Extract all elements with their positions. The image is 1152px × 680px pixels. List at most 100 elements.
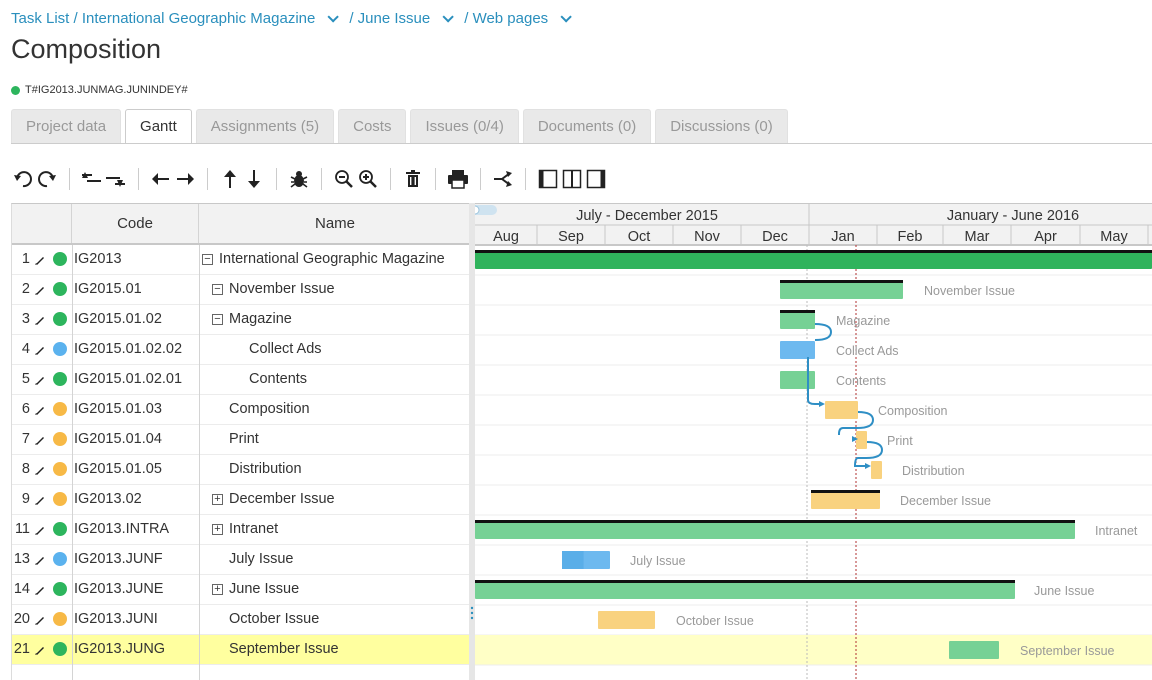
status-dot-icon[interactable] [53, 432, 67, 446]
edit-pencil-icon[interactable] [34, 344, 46, 356]
status-dot-icon[interactable] [53, 522, 67, 536]
edit-pencil-icon[interactable] [34, 284, 46, 296]
table-row[interactable]: 20 IG2013.JUNI October Issue [12, 605, 470, 635]
table-row[interactable]: 13 IG2013.JUNF July Issue [12, 545, 470, 575]
status-dot-icon[interactable] [53, 582, 67, 596]
gantt-bar[interactable] [598, 611, 655, 629]
edit-pencil-icon[interactable] [34, 494, 46, 506]
gantt-bar[interactable] [825, 401, 858, 419]
task-code-cell: IG2015.01.05 [74, 461, 162, 477]
move-up-icon[interactable] [218, 165, 242, 193]
status-dot-icon[interactable] [53, 402, 67, 416]
tab-issues[interactable]: Issues (0/4) [410, 109, 519, 143]
gantt-bar[interactable] [780, 311, 815, 329]
edit-pencil-icon[interactable] [34, 314, 46, 326]
tab-documents[interactable]: Documents (0) [522, 109, 652, 143]
gantt-bar[interactable] [780, 371, 815, 389]
edit-pencil-icon[interactable] [34, 374, 46, 386]
gantt-bar[interactable] [871, 461, 882, 479]
status-dot-icon[interactable] [53, 372, 67, 386]
edit-pencil-icon[interactable] [34, 554, 46, 566]
grid-header-code[interactable]: Code [72, 204, 199, 243]
table-row[interactable]: 9 IG2013.02 + December Issue [12, 485, 470, 515]
gantt-bar[interactable] [856, 431, 867, 449]
table-row[interactable]: 1 IG2013 − International Geographic Magazin… [12, 245, 470, 275]
status-dot-icon[interactable] [53, 552, 67, 566]
row-number: 21 [13, 641, 30, 657]
scroll-knob-icon[interactable] [475, 205, 480, 215]
tab-costs[interactable]: Costs [338, 109, 407, 143]
outdent-icon[interactable] [80, 165, 104, 193]
layout-chart-icon[interactable] [584, 165, 608, 193]
zoom-in-icon[interactable] [356, 165, 380, 193]
bug-icon[interactable] [287, 165, 311, 193]
tab-project-data[interactable]: Project data [11, 109, 122, 143]
table-row[interactable]: 8 IG2015.01.05 Distribution [12, 455, 470, 485]
table-row[interactable]: 5 IG2015.01.02.01 Contents [12, 365, 470, 395]
layout-grid-icon[interactable] [536, 165, 560, 193]
edit-pencil-icon[interactable] [34, 254, 46, 266]
status-dot-icon[interactable] [53, 312, 67, 326]
table-row[interactable]: 11 IG2013.INTRA + Intranet [12, 515, 470, 545]
tab-assignments[interactable]: Assignments (5) [195, 109, 335, 143]
tab-discussions[interactable]: Discussions (0) [655, 109, 788, 143]
status-dot-icon[interactable] [53, 252, 67, 266]
move-left-icon[interactable] [149, 165, 173, 193]
table-row[interactable]: 7 IG2015.01.04 Print [12, 425, 470, 455]
table-row[interactable]: 4 IG2015.01.02.02 Collect Ads [12, 335, 470, 365]
expand-icon[interactable]: + [212, 524, 223, 535]
gantt-bar[interactable] [949, 641, 999, 659]
edit-pencil-icon[interactable] [34, 644, 46, 656]
zoom-out-icon[interactable] [332, 165, 356, 193]
table-row[interactable]: 14 IG2013.JUNE + June Issue [12, 575, 470, 605]
gantt-bar[interactable] [475, 581, 1015, 599]
status-dot-icon[interactable] [53, 492, 67, 506]
chevron-down-icon[interactable] [560, 10, 572, 23]
status-dot-icon[interactable] [53, 342, 67, 356]
redo-icon[interactable] [35, 165, 59, 193]
edit-pencil-icon[interactable] [34, 524, 46, 536]
gantt-bar[interactable] [475, 521, 1075, 539]
undo-icon[interactable] [11, 165, 35, 193]
table-row[interactable]: 2 IG2015.01 − November Issue [12, 275, 470, 305]
layout-split-icon[interactable] [560, 165, 584, 193]
edit-pencil-icon[interactable] [34, 434, 46, 446]
breadcrumb-link-magazine[interactable]: Task List / International Geographic Mag… [11, 10, 315, 27]
table-row[interactable]: 3 IG2015.01.02 − Magazine [12, 305, 470, 335]
toolbar-divider [390, 168, 391, 190]
print-icon[interactable] [446, 165, 470, 193]
expand-icon[interactable]: + [212, 584, 223, 595]
indent-icon[interactable] [104, 165, 128, 193]
grid-header-name[interactable]: Name [199, 204, 470, 243]
status-dot-icon[interactable] [53, 282, 67, 296]
edit-pencil-icon[interactable] [34, 464, 46, 476]
critical-path-icon[interactable] [491, 165, 515, 193]
delete-icon[interactable] [401, 165, 425, 193]
status-dot-icon[interactable] [53, 642, 67, 656]
gantt-bar[interactable] [475, 251, 1152, 269]
table-row[interactable]: 6 IG2015.01.03 Composition [12, 395, 470, 425]
gantt-bar[interactable] [780, 281, 903, 299]
collapse-icon[interactable]: − [212, 314, 223, 325]
collapse-icon[interactable]: − [212, 284, 223, 295]
expand-icon[interactable]: + [212, 494, 223, 505]
status-dot-icon[interactable] [53, 462, 67, 476]
tab-gantt[interactable]: Gantt [125, 109, 192, 144]
table-row[interactable]: 21 IG2013.JUNG September Issue [12, 635, 470, 665]
status-dot-icon[interactable] [53, 612, 67, 626]
task-name-cell: October Issue [229, 611, 320, 627]
edit-pencil-icon[interactable] [34, 584, 46, 596]
edit-pencil-icon[interactable] [34, 404, 46, 416]
breadcrumb-link-june-issue[interactable]: / June Issue [349, 10, 430, 27]
breadcrumb-link-web-pages[interactable]: / Web pages [464, 10, 548, 27]
gantt-bar[interactable] [811, 491, 880, 509]
task-code-cell: IG2013.02 [74, 491, 142, 507]
move-right-icon[interactable] [173, 165, 197, 193]
chevron-down-icon[interactable] [442, 10, 455, 23]
move-down-icon[interactable] [242, 165, 266, 193]
gantt-bar[interactable] [780, 341, 815, 359]
collapse-icon[interactable]: − [202, 254, 213, 265]
chevron-down-icon[interactable] [327, 10, 340, 23]
row-number: 20 [13, 611, 30, 627]
edit-pencil-icon[interactable] [34, 614, 46, 626]
